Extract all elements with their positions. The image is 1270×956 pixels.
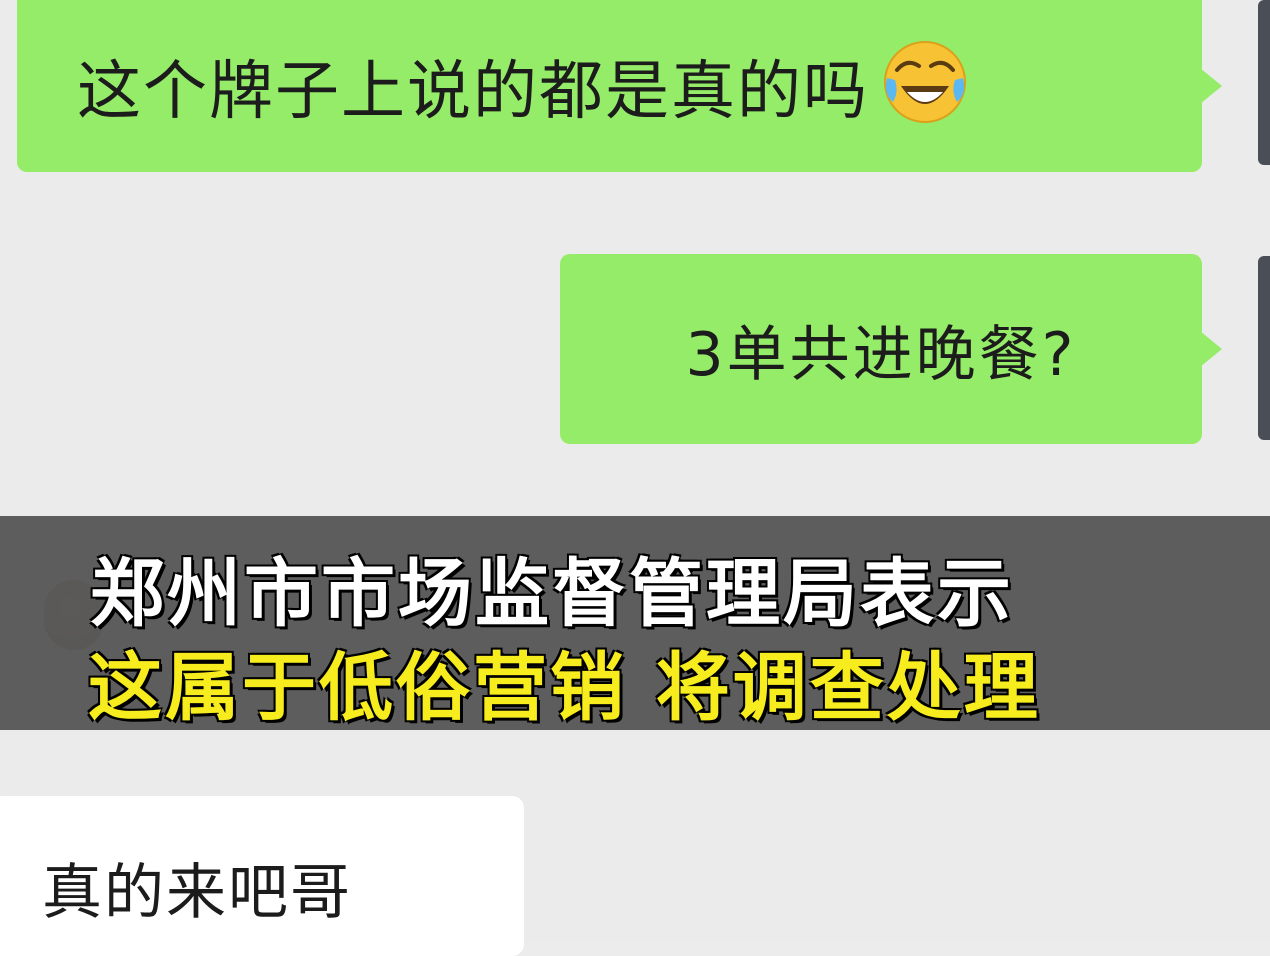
message-text: 真的来吧哥	[42, 858, 352, 928]
sent-message-bubble[interactable]: 3单共进晚餐?	[560, 254, 1222, 444]
own-avatar-edge[interactable]	[1258, 256, 1270, 440]
sent-message-bubble[interactable]: 这个牌子上说的都是真的吗	[17, 0, 1222, 172]
caption-line-2: 这属于低俗营销 将调查处理	[88, 645, 1041, 731]
message-text: 这个牌子上说的都是真的吗	[77, 55, 869, 129]
caption-line-1: 郑州市市场监督管理局表示	[90, 551, 1014, 637]
own-avatar-edge[interactable]	[1258, 0, 1270, 165]
message-text: 3单共进晚餐?	[685, 319, 1077, 390]
crying-laughing-face-icon	[884, 41, 966, 123]
chat-area: 这个牌子上说的都是真的吗 3单共进晚餐? 郑州市市场监督管理局表示 这属于低俗营…	[0, 0, 1270, 956]
received-message-bubble[interactable]: 真的来吧哥	[0, 796, 524, 956]
news-caption-banner: 郑州市市场监督管理局表示 这属于低俗营销 将调查处理	[0, 516, 1270, 731]
